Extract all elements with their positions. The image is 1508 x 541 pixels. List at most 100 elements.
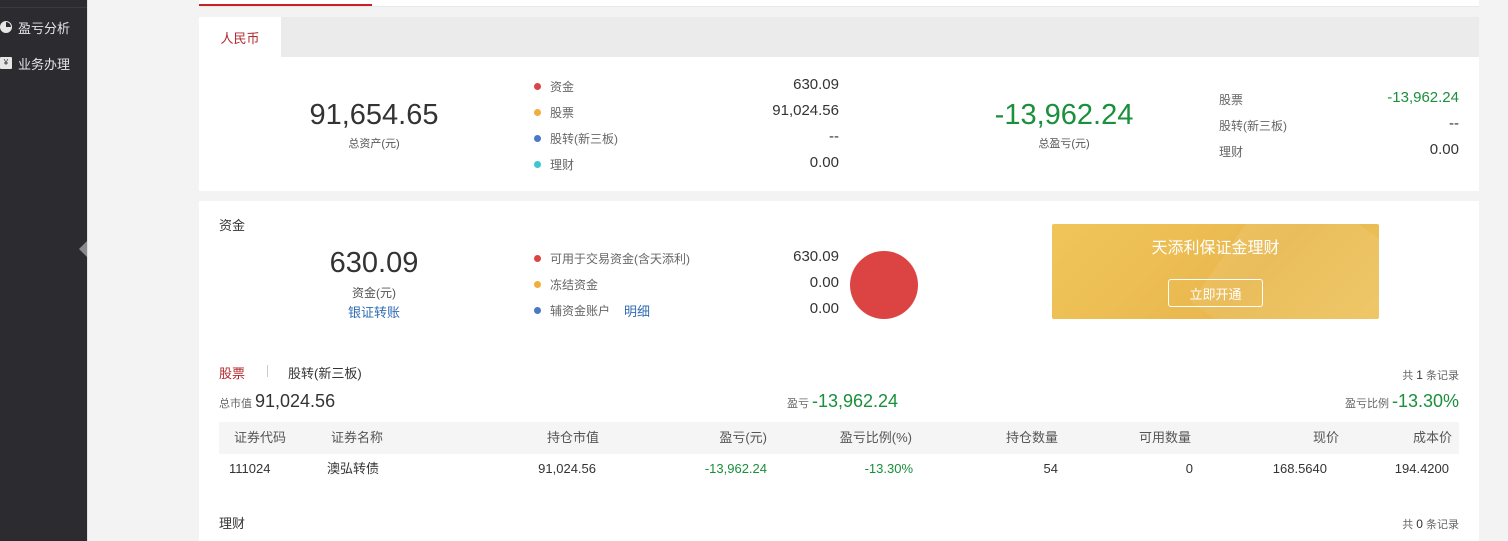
funds-item-frozen: 冻结资金 bbox=[534, 274, 598, 294]
total-pl-value: -13,962.24 bbox=[994, 99, 1134, 131]
sidebar-item-pl-analysis[interactable]: 盈亏分析 bbox=[0, 9, 87, 45]
legend-label: 理财 bbox=[550, 157, 575, 172]
funds-item-value: 630.09 bbox=[793, 248, 839, 265]
pl-neeq-value: -- bbox=[1449, 115, 1459, 132]
stocks-pl-ratio-value: -13.30% bbox=[1391, 391, 1459, 411]
col-qty: 持仓数量 bbox=[1005, 430, 1058, 445]
legend-label: 辅资金账户 bbox=[550, 303, 611, 318]
col-price: 现价 bbox=[1312, 430, 1339, 445]
total-assets-value: 91,654.65 bbox=[309, 99, 439, 131]
open-now-button[interactable]: 立即开通 bbox=[1168, 279, 1263, 307]
cell-pl-ratio: -13.30% bbox=[864, 461, 913, 476]
total-assets-label: 总资产(元) bbox=[348, 138, 400, 150]
legend-item-stocks: 股票 bbox=[534, 102, 574, 122]
record-suffix: 条记录 bbox=[1426, 370, 1459, 382]
tab-neeq[interactable]: 股转(新三板) bbox=[288, 363, 362, 382]
legend-dot bbox=[534, 160, 541, 168]
record-num: 0 bbox=[1416, 517, 1423, 531]
pl-stocks-label: 股票 bbox=[1219, 93, 1244, 107]
legend-value: -- bbox=[829, 128, 839, 145]
document-icon: ¥ bbox=[0, 57, 12, 69]
cell-name: 澳弘转债 bbox=[327, 461, 380, 476]
detail-card: 资金 630.09 资金(元) 银证转账 可用于交易资金(含天添利) 630.0… bbox=[199, 201, 1479, 541]
legend-item-wealth: 理财 bbox=[534, 154, 574, 174]
cell-pl: -13,962.24 bbox=[704, 461, 767, 476]
col-pl: 盈亏(元) bbox=[719, 430, 767, 445]
legend-value: 0.00 bbox=[809, 154, 839, 171]
wealth-record-count: 共 0 条记录 bbox=[1402, 516, 1459, 532]
tab-stocks[interactable]: 股票 bbox=[219, 363, 245, 382]
promo-banner[interactable]: 天添利保证金理财 立即开通 bbox=[1052, 224, 1379, 319]
record-num: 1 bbox=[1416, 368, 1423, 382]
cell-qty: 54 bbox=[1043, 461, 1058, 476]
sidebar: 盈亏分析 ¥ 业务办理 bbox=[0, 0, 87, 541]
tab-divider bbox=[267, 365, 268, 377]
pl-neeq-label: 股转(新三板) bbox=[1219, 119, 1287, 133]
record-prefix: 共 bbox=[1402, 519, 1414, 531]
col-market-value: 持仓市值 bbox=[546, 430, 599, 445]
funds-item-tradable: 可用于交易资金(含天添利) bbox=[534, 248, 690, 268]
legend-label: 资金 bbox=[550, 79, 575, 94]
pl-wealth-label: 理财 bbox=[1219, 145, 1244, 159]
legend-label: 可用于交易资金(含天添利) bbox=[550, 251, 690, 266]
funds-item-value: 0.00 bbox=[809, 300, 839, 317]
top-tab-strip bbox=[199, 0, 1479, 7]
legend-label: 冻结资金 bbox=[550, 277, 599, 292]
stocks-pl-ratio-label: 盈亏比例 bbox=[1344, 398, 1389, 410]
stocks-record-count: 共 1 条记录 bbox=[1402, 367, 1459, 383]
legend-item-neeq: 股转(新三板) bbox=[534, 128, 618, 148]
funds-amount-label: 资金(元) bbox=[352, 286, 396, 300]
legend-label: 股转(新三板) bbox=[550, 131, 618, 146]
stocks-pl-label: 盈亏 bbox=[787, 398, 809, 410]
legend-dot bbox=[534, 280, 541, 288]
wealth-section-title: 理财 bbox=[219, 516, 246, 531]
sidebar-item-business[interactable]: ¥ 业务办理 bbox=[0, 45, 87, 81]
funds-amount: 630.09 bbox=[329, 247, 419, 279]
col-avail: 可用数量 bbox=[1138, 430, 1191, 445]
bank-transfer-link[interactable]: 银证转账 bbox=[299, 302, 449, 321]
col-pl-ratio: 盈亏比例(%) bbox=[839, 430, 912, 445]
funds-item-aux: 辅资金账户 明细 bbox=[534, 300, 650, 320]
cell-price: 168.5640 bbox=[1272, 461, 1327, 476]
market-value-label: 总市值 bbox=[219, 398, 252, 410]
collapse-handle-icon[interactable] bbox=[79, 241, 87, 257]
market-value-summary: 总市值 91,024.56 bbox=[219, 391, 335, 412]
sidebar-border bbox=[87, 0, 88, 541]
stocks-table-header: 证券代码 证券名称 持仓市值 盈亏(元) 盈亏比例(%) 持仓数量 可用数量 现… bbox=[219, 422, 1459, 454]
col-name: 证券名称 bbox=[331, 430, 384, 445]
active-tab-indicator bbox=[199, 4, 372, 6]
pie-chart-icon bbox=[0, 21, 12, 33]
stocks-pl-summary: 盈亏 -13,962.24 bbox=[787, 391, 898, 412]
sidebar-top-divider bbox=[0, 0, 87, 8]
legend-dot bbox=[534, 82, 541, 90]
legend-dot bbox=[534, 108, 541, 116]
sidebar-item-label: 盈亏分析 bbox=[18, 20, 71, 36]
cell-market-value: 91,024.56 bbox=[538, 461, 596, 476]
stocks-pl-ratio-summary: 盈亏比例 -13.30% bbox=[1345, 391, 1459, 412]
funds-pie-chart bbox=[850, 251, 918, 319]
pl-stocks-value: -13,962.24 bbox=[1387, 89, 1459, 106]
funds-section-title: 资金 bbox=[219, 218, 246, 233]
col-code: 证券代码 bbox=[234, 430, 287, 445]
legend-dot bbox=[534, 306, 541, 314]
funds-item-value: 0.00 bbox=[809, 274, 839, 291]
legend-value: 630.09 bbox=[793, 76, 839, 93]
pl-wealth-value: 0.00 bbox=[1429, 141, 1459, 158]
tab-rmb[interactable]: 人民币 bbox=[199, 17, 281, 57]
record-suffix: 条记录 bbox=[1426, 519, 1459, 531]
cell-avail: 0 bbox=[1185, 461, 1193, 476]
total-pl-label: 总盈亏(元) bbox=[1038, 138, 1090, 150]
stocks-pl-value: -13,962.24 bbox=[812, 391, 899, 411]
legend-label: 股票 bbox=[550, 105, 575, 120]
asset-summary-card: 人民币 91,654.65 总资产(元) 资金 630.09 股票 91,024… bbox=[199, 17, 1479, 191]
legend-dot bbox=[534, 254, 541, 262]
col-cost: 成本价 bbox=[1412, 430, 1452, 445]
sidebar-item-label: 业务办理 bbox=[18, 56, 71, 72]
legend-value: 91,024.56 bbox=[772, 102, 839, 119]
legend-dot bbox=[534, 134, 541, 142]
aux-detail-link[interactable]: 明细 bbox=[624, 301, 650, 320]
market-value: 91,024.56 bbox=[255, 391, 336, 411]
cell-cost: 194.4200 bbox=[1394, 461, 1449, 476]
legend-item-funds: 资金 bbox=[534, 76, 574, 96]
banner-title: 天添利保证金理财 bbox=[1151, 240, 1280, 257]
